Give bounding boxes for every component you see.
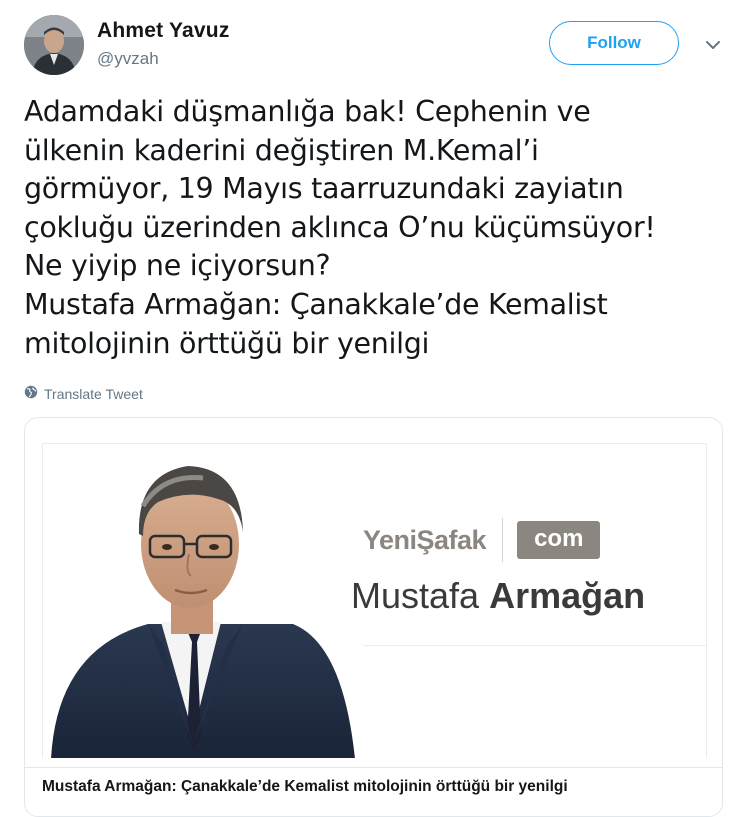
brand-divider [502, 518, 504, 562]
tweet-line: çokluğu üzerinden aklınca O’nu küçümsüyo… [24, 210, 656, 244]
columnist-first-name: Mustafa [351, 575, 480, 616]
columnist-name: Mustafa Armağan [351, 575, 645, 617]
card-image: YeniŞafak com Mustafa Armağan [42, 443, 707, 758]
author-avatar[interactable] [24, 15, 84, 75]
card-image-divider [363, 645, 706, 646]
tweet-text: Adamdaki düşmanlığa bak! Cephenin ve ülk… [24, 93, 739, 363]
tweet-line: Mustafa Armağan: Çanakkale’de Kemalist [24, 287, 608, 321]
columnist-last-name: Armağan [489, 575, 646, 616]
author-name[interactable]: Ahmet Yavuz [97, 19, 230, 43]
publisher-logo: YeniŞafak com [363, 518, 601, 562]
author-handle[interactable]: @yvzah [97, 49, 159, 69]
link-card[interactable]: YeniŞafak com Mustafa Armağan Mustafa Ar… [24, 417, 723, 817]
follow-button[interactable]: Follow [549, 21, 679, 65]
chevron-down-icon[interactable] [704, 36, 722, 54]
tweet-line: Adamdaki düşmanlığa bak! Cephenin ve [24, 95, 591, 128]
columnist-photo [51, 466, 355, 758]
translate-tweet-link[interactable]: Translate Tweet [24, 385, 143, 402]
tweet-line: mitolojinin örttüğü bir yenilgi [24, 326, 430, 360]
tweet-line: ülkenin kaderini değiştiren M.Kemal’i [24, 133, 539, 167]
translate-label: Translate Tweet [44, 385, 143, 402]
card-title[interactable]: Mustafa Armağan: Çanakkale’de Kemalist m… [42, 778, 568, 796]
avatar-photo [24, 15, 84, 75]
brand-badge: com [517, 521, 601, 559]
globe-icon [24, 385, 38, 402]
tweet-line: Ne yiyip ne içiyorsun? [24, 249, 331, 283]
brand-name: YeniŞafak [363, 524, 487, 555]
card-divider [25, 767, 722, 768]
tweet-line: görmüyor, 19 Mayıs taarruzundaki zayiatı… [24, 172, 624, 206]
